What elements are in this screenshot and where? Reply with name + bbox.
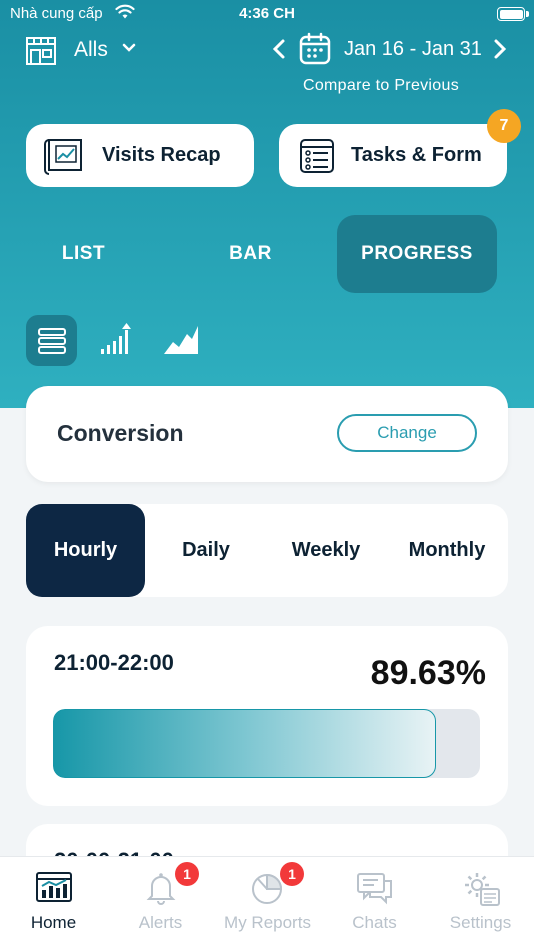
tab-settings-label: Settings xyxy=(449,913,512,932)
tasks-count-badge: 7 xyxy=(487,109,521,143)
store-icon[interactable] xyxy=(24,34,58,68)
progress-item-label: 21:00-22:00 xyxy=(54,650,174,675)
tab-alerts-label: Alerts xyxy=(138,913,183,932)
period-weekly[interactable]: Weekly xyxy=(266,504,386,597)
bottom-tab-bar: Home 1 Alerts 1 My Reports Chats Setting… xyxy=(0,856,534,950)
bar-chart-mode-icon[interactable] xyxy=(98,322,132,356)
period-selector: Hourly Daily Weekly Monthly xyxy=(26,504,508,597)
gear-icon xyxy=(464,873,500,906)
metric-title: Conversion xyxy=(57,420,184,446)
tab-progress[interactable]: PROGRESS xyxy=(337,215,497,293)
date-range-label[interactable]: Jan 16 - Jan 31 xyxy=(344,38,482,61)
tasks-form-button[interactable]: Tasks & Form xyxy=(279,124,507,187)
period-monthly[interactable]: Monthly xyxy=(386,504,508,597)
tab-my-reports-label: My Reports xyxy=(224,913,311,932)
clock: 4:36 CH xyxy=(239,5,295,22)
compare-to-previous-link[interactable]: Compare to Previous xyxy=(303,77,459,95)
progress-item: 21:00-22:00 89.63% xyxy=(26,626,508,806)
tab-home-label: Home xyxy=(30,913,77,932)
visits-recap-button[interactable]: Visits Recap xyxy=(26,124,254,187)
calendar-icon[interactable] xyxy=(298,32,332,66)
chevron-down-icon[interactable] xyxy=(121,40,137,56)
store-selector[interactable]: Alls xyxy=(74,38,108,62)
blueprint-chart-icon xyxy=(44,138,82,175)
change-metric-button[interactable]: Change xyxy=(337,414,477,452)
tab-alerts[interactable]: 1 Alerts xyxy=(107,857,214,950)
progress-fill xyxy=(53,709,436,778)
tab-list[interactable]: LIST xyxy=(26,215,141,293)
area-chart-mode-icon[interactable] xyxy=(162,322,200,356)
progress-item-value: 89.63% xyxy=(370,654,486,692)
alerts-badge: 1 xyxy=(175,862,199,886)
status-bar: Nhà cung cấp 4:36 CH xyxy=(0,0,534,30)
tab-settings[interactable]: Settings xyxy=(427,857,534,950)
visits-recap-label: Visits Recap xyxy=(102,144,221,166)
progress-track xyxy=(53,709,480,778)
metric-card: Conversion Change xyxy=(26,386,508,482)
list-mode-button[interactable] xyxy=(26,315,77,366)
tab-bar[interactable]: BAR xyxy=(193,215,308,293)
reports-badge: 1 xyxy=(280,862,304,886)
home-dashboard-icon xyxy=(35,872,72,902)
chat-bubbles-icon xyxy=(356,873,392,905)
period-daily[interactable]: Daily xyxy=(146,504,266,597)
tasks-form-label: Tasks & Form xyxy=(351,144,482,166)
tab-chats[interactable]: Chats xyxy=(321,857,428,950)
tab-my-reports[interactable]: 1 My Reports xyxy=(214,857,321,950)
tab-chats-label: Chats xyxy=(352,913,397,932)
period-hourly[interactable]: Hourly xyxy=(26,504,145,597)
battery-icon xyxy=(497,7,525,21)
previous-period-button[interactable] xyxy=(271,38,287,60)
bell-icon xyxy=(146,873,175,905)
list-icon xyxy=(37,327,66,354)
checklist-icon xyxy=(300,138,334,173)
tab-home[interactable]: Home xyxy=(0,857,107,950)
next-period-button[interactable] xyxy=(492,38,508,60)
